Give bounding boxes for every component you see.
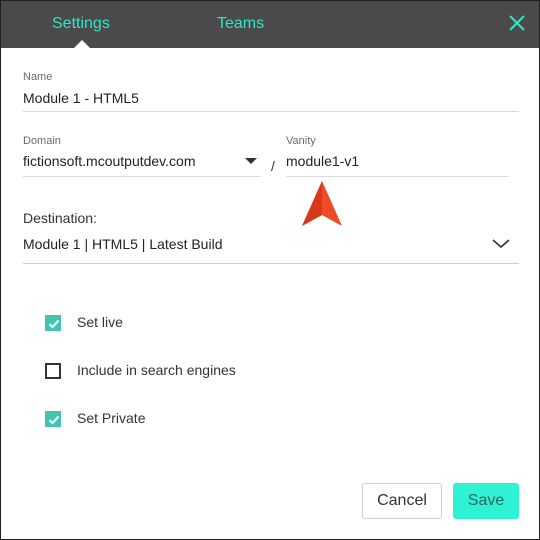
pointer-cursor-icon — [302, 181, 342, 226]
domain-vanity-separator: / — [271, 158, 275, 174]
vanity-field[interactable]: module1-v1 — [286, 153, 359, 169]
settings-dialog: Settings Teams Name Module 1 - HTML5 Dom… — [0, 0, 540, 540]
active-tab-indicator — [74, 40, 90, 48]
tab-settings[interactable]: Settings — [52, 15, 110, 33]
vanity-label: Vanity — [286, 135, 316, 147]
domain-select-underline — [23, 176, 261, 177]
cancel-button[interactable]: Cancel — [362, 483, 442, 519]
save-button[interactable]: Save — [453, 483, 519, 519]
dialog-header: Settings Teams — [1, 1, 539, 48]
set-live-checkbox[interactable] — [45, 315, 61, 331]
search-engines-label: Include in search engines — [77, 362, 236, 378]
vanity-field-underline — [286, 176, 509, 177]
domain-label: Domain — [23, 135, 61, 147]
set-private-checkbox[interactable] — [45, 411, 61, 427]
dropdown-arrow-icon[interactable] — [245, 158, 257, 164]
set-private-label: Set Private — [77, 410, 146, 426]
tab-teams[interactable]: Teams — [217, 15, 264, 33]
destination-label: Destination: — [23, 210, 97, 226]
search-engines-checkbox[interactable] — [45, 363, 61, 379]
name-label: Name — [23, 71, 53, 83]
close-icon[interactable] — [506, 12, 528, 34]
chevron-down-icon[interactable] — [491, 237, 511, 249]
destination-select-underline — [23, 263, 519, 264]
name-field-underline — [23, 111, 519, 112]
destination-select[interactable]: Module 1 | HTML5 | Latest Build — [23, 236, 222, 252]
name-field[interactable]: Module 1 - HTML5 — [23, 90, 139, 106]
set-live-label: Set live — [77, 314, 123, 330]
domain-select[interactable]: fictionsoft.mcoutputdev.com — [23, 153, 195, 169]
